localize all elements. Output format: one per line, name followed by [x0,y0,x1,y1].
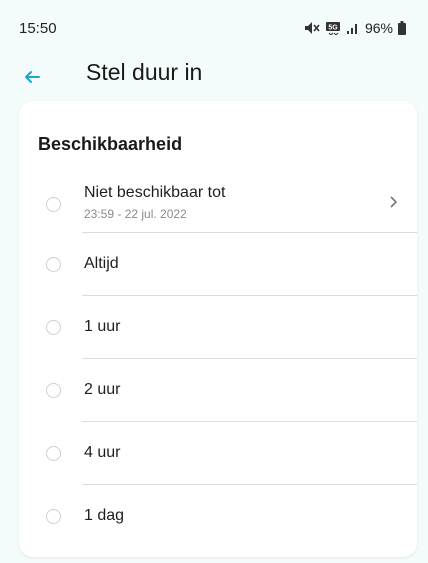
radio-button[interactable] [46,320,61,335]
option-1-dag[interactable]: 1 dag [19,485,417,548]
option-label: Altijd [84,255,119,272]
radio-button[interactable] [46,197,61,212]
radio-button[interactable] [46,509,61,524]
status-bar: 15:50 5G 96% [0,0,428,40]
option-2-uur[interactable]: 2 uur [19,359,417,422]
option-label: 4 uur [84,444,121,461]
status-icons: 5G 96% [304,20,406,36]
status-time: 15:50 [19,20,57,37]
page-title: Stel duur in [86,59,203,85]
option-label: 2 uur [84,381,121,398]
radio-button[interactable] [46,383,61,398]
radio-button[interactable] [46,257,61,272]
chevron-right-icon [390,196,398,208]
option-altijd[interactable]: Altijd [19,233,417,296]
option-sublabel: 23:59 - 22 jul. 2022 [84,207,187,221]
option-1-uur[interactable]: 1 uur [19,296,417,359]
network-label: 5G [328,25,338,32]
option-label: 1 uur [84,318,121,335]
battery-icon [398,21,406,35]
arrow-left-icon [25,71,40,83]
app-header: Stel duur in [0,56,428,96]
option-label: Niet beschikbaar tot [84,184,226,201]
back-button[interactable] [20,65,44,89]
mute-icon [304,21,320,35]
battery-percent: 96% [364,20,393,36]
option-label: 1 dag [84,507,125,524]
option-niet-beschikbaar-tot[interactable]: Niet beschikbaar tot 23:59 - 22 jul. 202… [19,171,417,233]
signal-icon [346,21,360,35]
section-title: Beschikbaarheid [38,134,183,154]
network-5g-icon: 5G [325,21,341,35]
option-4-uur[interactable]: 4 uur [19,422,417,485]
radio-button[interactable] [46,446,61,461]
availability-card: Beschikbaarheid Niet beschikbaar tot 23:… [19,101,417,557]
